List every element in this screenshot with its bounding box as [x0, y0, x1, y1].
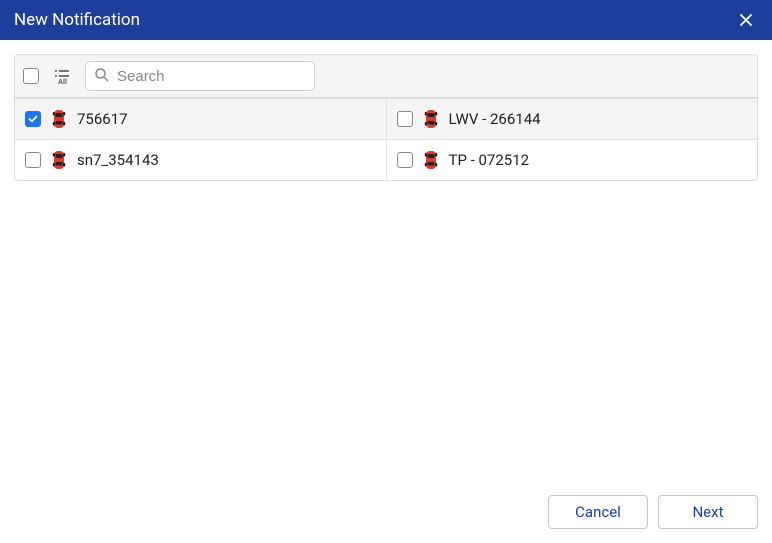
device-checkbox[interactable] [397, 152, 413, 168]
titlebar: New Notification [0, 0, 772, 40]
device-item[interactable]: LWV - 266144 [386, 98, 758, 139]
device-label: TP - 072512 [449, 151, 530, 169]
device-checkbox[interactable] [397, 111, 413, 127]
cancel-button[interactable]: Cancel [548, 495, 648, 529]
toolbar: All [14, 54, 758, 98]
car-icon [423, 148, 439, 172]
device-label: 756617 [77, 110, 128, 128]
grid-row: sn7_354143 [15, 139, 757, 180]
device-grid: 756617 [14, 98, 758, 181]
select-all-checkbox[interactable] [23, 68, 39, 84]
close-icon[interactable] [734, 8, 758, 32]
device-label: sn7_354143 [77, 151, 159, 169]
dialog-title: New Notification [14, 10, 140, 30]
list-all-icon[interactable]: All [49, 63, 75, 89]
search-input[interactable] [115, 67, 306, 86]
device-item[interactable]: 756617 [15, 98, 386, 139]
search-field[interactable] [85, 61, 315, 91]
device-checkbox[interactable] [25, 111, 41, 127]
dialog: New Notification All [0, 0, 772, 543]
car-icon [51, 148, 67, 172]
device-checkbox[interactable] [25, 152, 41, 168]
device-item[interactable]: TP - 072512 [386, 139, 758, 180]
svg-text:All: All [58, 79, 67, 86]
device-item[interactable]: sn7_354143 [15, 139, 386, 180]
next-button[interactable]: Next [658, 495, 758, 529]
device-label: LWV - 266144 [449, 110, 541, 128]
dialog-body: All [0, 40, 772, 495]
grid-row: 756617 [15, 98, 757, 139]
search-icon [94, 67, 109, 86]
dialog-footer: Cancel Next [0, 495, 772, 543]
car-icon [423, 107, 439, 131]
car-icon [51, 107, 67, 131]
